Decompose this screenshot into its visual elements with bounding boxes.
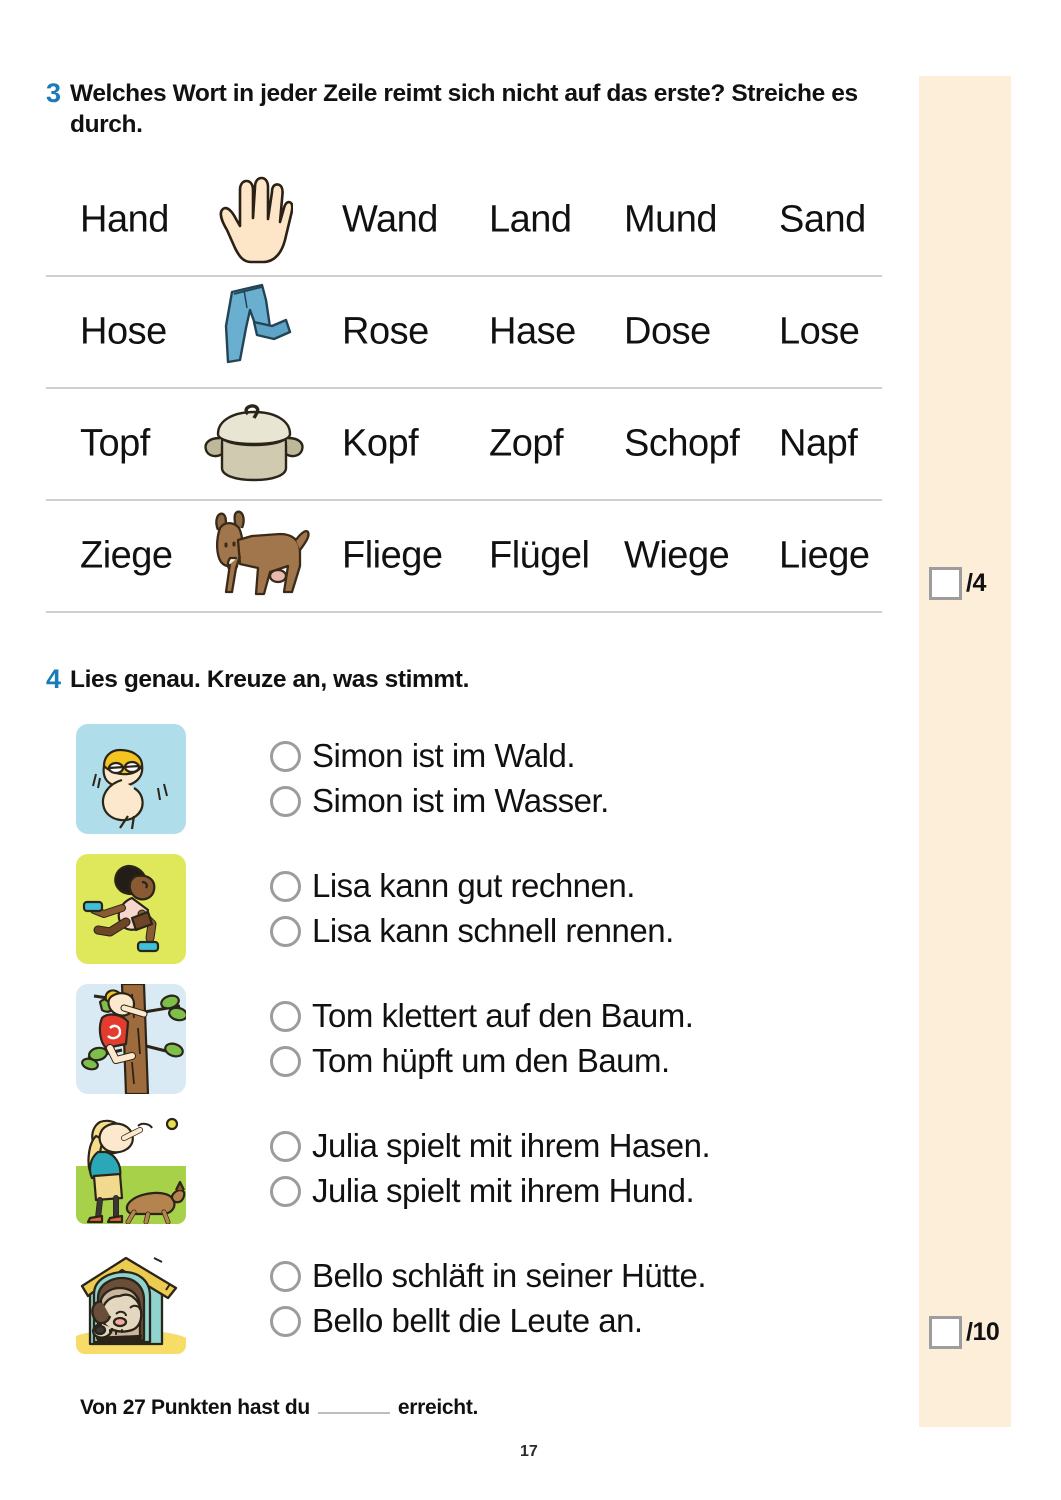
rhyme-word[interactable]: Fliege <box>342 534 443 577</box>
rhyme-word[interactable]: Zopf <box>489 422 564 465</box>
mc-option[interactable]: Julia spielt mit ihrem Hund. <box>270 1172 710 1211</box>
rhyme-word[interactable]: Dose <box>624 310 711 353</box>
rhyme-word[interactable]: Hand <box>80 198 169 241</box>
mc-radio[interactable] <box>270 785 301 817</box>
score-total-label-exercise-4: /10 <box>966 1318 1000 1346</box>
mc-options: Tom klettert auf den Baum. Tom hüpft um … <box>270 996 694 1081</box>
mc-option-label: Tom hüpft um den Baum. <box>312 1041 670 1079</box>
mc-radio[interactable] <box>270 1045 301 1077</box>
mc-option-label: Lisa kann schnell rennen. <box>312 911 674 949</box>
mc-option[interactable]: Simon ist im Wald. <box>270 737 609 776</box>
mc-option[interactable]: Tom klettert auf den Baum. <box>270 996 694 1036</box>
rhyme-row: Ziege Fliege Flügel Wiege Liege <box>46 501 882 613</box>
exercise-3-title: Welches Wort in jeder Zeile reimt sich n… <box>70 80 858 139</box>
mc-option[interactable]: Julia spielt mit ihrem Hasen. <box>270 1126 711 1166</box>
rhyme-word[interactable]: Liege <box>779 534 870 577</box>
rhyme-word[interactable]: Rose <box>342 310 429 353</box>
mc-option-label: Julia spielt mit ihrem Hasen. <box>312 1126 711 1164</box>
rhyme-row: Hand Wand Land Mund Sand <box>46 165 882 277</box>
goat-icon <box>194 504 314 608</box>
mc-option[interactable]: Simon ist im Wasser. <box>270 782 609 821</box>
mc-options: Bello schläft in seiner Hütte. Bello bel… <box>270 1256 707 1341</box>
mc-option[interactable]: Bello bellt die Leute an. <box>270 1302 706 1341</box>
mc-option-label: Lisa kann gut rechnen. <box>312 866 635 904</box>
mc-option-label: Julia spielt mit ihrem Hund. <box>312 1171 695 1209</box>
exercise-3-header: 3 Welches Wort in jeder Zeile reimt sich… <box>46 78 906 141</box>
mc-options: Simon ist im Wald. Simon ist im Wasser. <box>270 737 609 821</box>
mc-option-label: Bello bellt die Leute an. <box>312 1301 643 1339</box>
footer-score-line: Von 27 Punkten hast du erreicht. <box>80 1396 478 1420</box>
rhyme-word[interactable]: Hose <box>80 310 167 353</box>
rhyme-word[interactable]: Sand <box>779 198 866 241</box>
rhyme-word[interactable]: Schopf <box>624 422 740 465</box>
tree-climber-icon <box>76 983 186 1094</box>
mc-option[interactable]: Tom hüpft um den Baum. <box>270 1042 693 1081</box>
mc-radio[interactable] <box>270 740 301 772</box>
mc-radio[interactable] <box>270 915 301 947</box>
rhyme-word[interactable]: Lose <box>779 310 860 353</box>
mc-option-label: Tom klettert auf den Baum. <box>312 996 694 1034</box>
exercise-3-number: 3 <box>46 78 62 108</box>
hand-icon <box>194 168 314 272</box>
exercise-4-number: 4 <box>46 664 62 694</box>
rhyme-word[interactable]: Wiege <box>624 534 730 577</box>
rhyme-row: Topf Kopf Zopf Schopf Napf <box>46 389 882 501</box>
mc-group: Simon ist im Wald. Simon ist im Wasser. <box>46 714 916 844</box>
mc-group: Tom klettert auf den Baum. Tom hüpft um … <box>46 974 916 1104</box>
mc-group: Julia spielt mit ihrem Hasen. Julia spie… <box>46 1104 916 1234</box>
exercise-4-title: Lies genau. Kreuze an, was stimmt. <box>70 666 469 693</box>
exercise-4: 4 Lies genau. Kreuze an, was stimmt. Sim… <box>46 664 916 1364</box>
rhyme-word[interactable]: Land <box>489 198 572 241</box>
page-number: 17 <box>520 1443 538 1460</box>
multiple-choice-list: Simon ist im Wald. Simon ist im Wasser. <box>46 714 916 1364</box>
mc-options: Lisa kann gut rechnen. Lisa kann schnell… <box>270 867 674 951</box>
score-panel: /4 /10 <box>919 76 1011 1427</box>
score-box-exercise-4[interactable]: /10 <box>929 1316 1000 1349</box>
jeans-icon <box>194 280 314 384</box>
rhyme-word[interactable]: Kopf <box>342 422 419 465</box>
doghouse-dog-icon <box>76 1243 186 1354</box>
score-box-exercise-3[interactable]: /4 <box>929 567 986 600</box>
rhyme-word[interactable]: Napf <box>779 422 858 465</box>
mc-option-label: Simon ist im Wasser. <box>312 781 609 819</box>
mc-option[interactable]: Bello schläft in seiner Hütte. <box>270 1256 707 1296</box>
rhyme-word[interactable]: Hase <box>489 310 576 353</box>
exercise-4-header: 4 Lies genau. Kreuze an, was stimmt. <box>46 664 916 696</box>
score-input-box-exercise-3[interactable] <box>929 567 962 600</box>
exercise-3: 3 Welches Wort in jeder Zeile reimt sich… <box>46 78 906 613</box>
footer-blank-field[interactable] <box>317 1396 390 1414</box>
mc-radio[interactable] <box>270 1175 301 1207</box>
mc-option-label: Bello schläft in seiner Hütte. <box>312 1256 707 1294</box>
swimmer-icon <box>76 723 186 834</box>
rhyme-word[interactable]: Wand <box>342 198 438 241</box>
mc-radio[interactable] <box>270 870 301 902</box>
mc-radio[interactable] <box>270 1130 301 1162</box>
mc-group: Bello schläft in seiner Hütte. Bello bel… <box>46 1234 916 1364</box>
rhyme-word[interactable]: Mund <box>624 198 718 241</box>
runner-icon <box>76 853 186 964</box>
mc-option[interactable]: Lisa kann gut rechnen. <box>270 867 674 906</box>
mc-option[interactable]: Lisa kann schnell rennen. <box>270 912 674 951</box>
score-input-box-exercise-4[interactable] <box>929 1316 962 1349</box>
mc-options: Julia spielt mit ihrem Hasen. Julia spie… <box>270 1126 711 1211</box>
mc-group: Lisa kann gut rechnen. Lisa kann schnell… <box>46 844 916 974</box>
footer-prefix: Von 27 Punkten hast du <box>80 1396 310 1419</box>
mc-option-label: Simon ist im Wald. <box>312 736 576 774</box>
rhyme-word[interactable]: Flügel <box>489 534 590 577</box>
mc-radio[interactable] <box>270 1000 301 1032</box>
mc-radio[interactable] <box>270 1305 301 1337</box>
rhyme-table: Hand Wand Land Mund Sand Hose Rose Hase … <box>46 165 882 613</box>
rhyme-row: Hose Rose Hase Dose Lose <box>46 277 882 389</box>
girl-with-dog-icon <box>76 1113 186 1224</box>
score-total-label-exercise-3: /4 <box>966 569 986 597</box>
rhyme-word[interactable]: Topf <box>80 422 150 465</box>
rhyme-word[interactable]: Ziege <box>80 534 173 577</box>
mc-radio[interactable] <box>270 1260 301 1292</box>
pot-icon <box>194 392 314 496</box>
footer-suffix: erreicht. <box>397 1396 479 1419</box>
